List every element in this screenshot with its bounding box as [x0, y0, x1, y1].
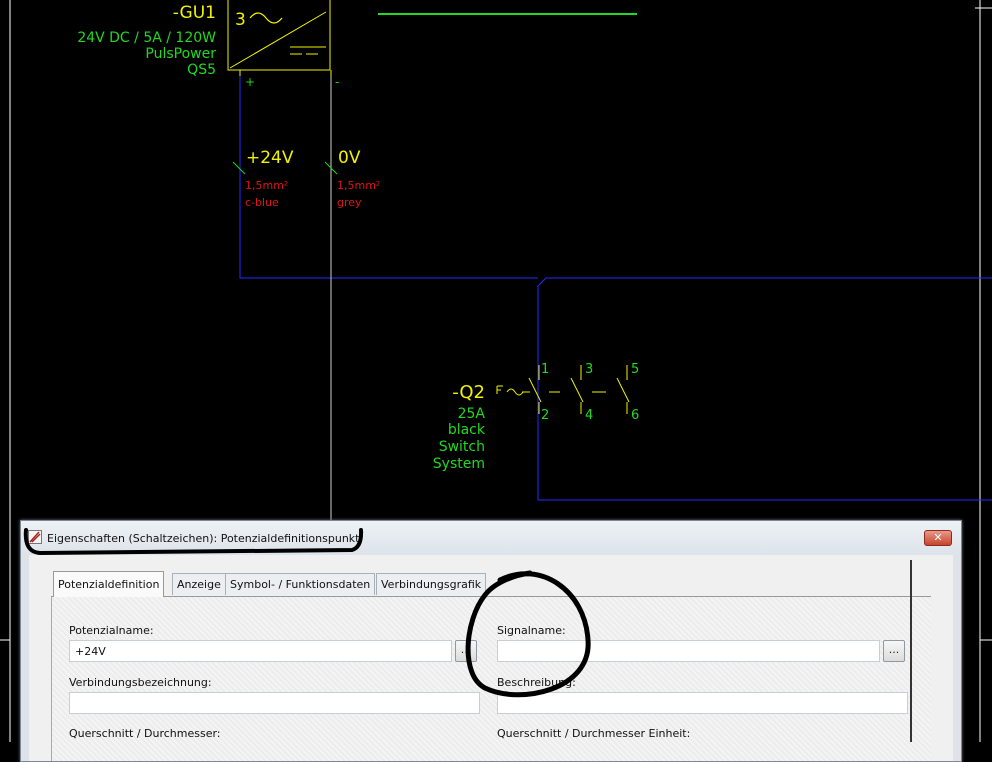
app-icon — [28, 530, 42, 544]
wire-box-q2[interactable] — [537, 277, 992, 501]
panel-right-border — [910, 560, 912, 742]
properties-dialog[interactable]: Eigenschaften (Schaltzeichen): Potenzial… — [20, 520, 962, 762]
psu-maker: PulsPower — [145, 46, 216, 62]
switch-desc2: System — [433, 456, 485, 472]
close-icon: ✕ — [933, 531, 943, 544]
potential-cross-24v: 1,5mm² — [245, 179, 288, 192]
connection-designation-label: Verbindungsbezeichnung: — [69, 676, 212, 689]
psu-plus-pin: + — [245, 75, 255, 89]
switch-pin-3: 3 — [585, 362, 593, 377]
signal-name-input[interactable] — [497, 640, 880, 662]
psu-rating: 24V DC / 5A / 120W — [77, 30, 216, 46]
cross-section-unit-label: Querschnitt / Durchmesser Einheit: — [497, 727, 691, 740]
potential-name-label: Potenzialname: — [69, 624, 154, 637]
potential-name-24v: +24V — [246, 148, 294, 168]
switch-rating: 25A — [458, 406, 486, 422]
tab-panel: Potenzialname: +24V ... Verbindungsbezei… — [51, 596, 931, 761]
psu-minus-pin: - — [335, 75, 339, 89]
psu-model: QS5 — [187, 62, 216, 78]
switch-pin-4: 4 — [585, 408, 593, 423]
potential-cross-0v: 1,5mm² — [337, 179, 380, 192]
switch-color: black — [448, 422, 486, 438]
switch-pin-6: 6 — [631, 408, 639, 423]
switch-pin-2: 2 — [541, 408, 549, 423]
description-input[interactable] — [497, 692, 908, 714]
close-button[interactable]: ✕ — [924, 530, 952, 546]
potential-name-input[interactable]: +24V — [69, 640, 452, 662]
potential-name-browse-button[interactable]: ... — [455, 640, 477, 662]
switch-q2-symbol[interactable] — [496, 365, 630, 414]
switch-tag: -Q2 — [452, 382, 485, 403]
switch-pin-5: 5 — [631, 362, 639, 377]
dialog-title: Eigenschaften (Schaltzeichen): Potenzial… — [47, 532, 360, 545]
psu-number: 3 — [235, 10, 246, 30]
tab-anzeige[interactable]: Anzeige — [172, 573, 226, 595]
switch-desc1: Switch — [439, 439, 485, 455]
cross-section-label: Querschnitt / Durchmesser: — [69, 727, 221, 740]
potential-name-0v: 0V — [338, 148, 361, 168]
potential-color-24v: c-blue — [245, 196, 279, 209]
wire-24v[interactable] — [239, 76, 538, 279]
signal-name-browse-button[interactable]: ... — [883, 640, 905, 662]
description-label: Beschreibung: — [497, 676, 576, 689]
potential-color-0v: grey — [337, 196, 362, 209]
psu-tag: -GU1 — [173, 3, 216, 23]
connection-designation-input[interactable] — [69, 692, 480, 714]
dialog-titlebar[interactable]: Eigenschaften (Schaltzeichen): Potenzial… — [21, 521, 961, 555]
dialog-client-area: Potenzialdefinition Anzeige Symbol- / Fu… — [29, 555, 953, 761]
tab-potenzialdefinition[interactable]: Potenzialdefinition — [53, 571, 165, 597]
signal-name-label: Signalname: — [497, 624, 566, 637]
potential-point-24v[interactable] — [232, 161, 246, 175]
tab-symbol-funktionsdaten[interactable]: Symbol- / Funktionsdaten — [225, 573, 376, 595]
switch-pin-1: 1 — [541, 362, 549, 377]
tab-verbindungsgrafik[interactable]: Verbindungsgrafik — [376, 573, 487, 595]
